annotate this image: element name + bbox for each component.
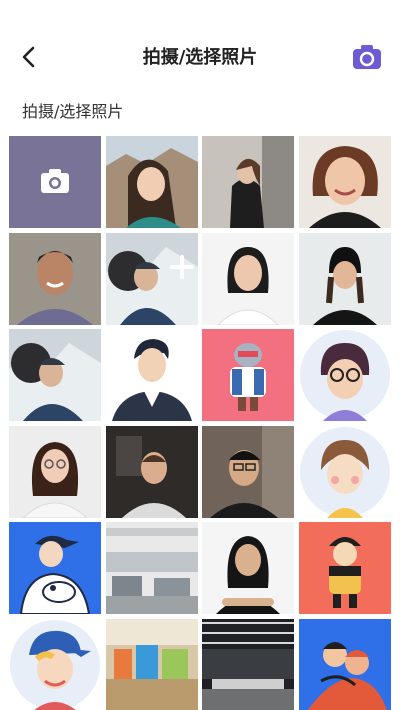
- photo-tile[interactable]: [9, 329, 101, 421]
- illustration-tile[interactable]: [106, 329, 198, 421]
- illustration-thumbnail: [299, 522, 391, 614]
- page-title: 拍摄/选择照片: [142, 47, 258, 68]
- photo-tile[interactable]: [202, 522, 294, 614]
- photo-thumbnail: [202, 136, 294, 228]
- photo-thumbnail: [299, 233, 391, 325]
- photo-grid: [9, 136, 391, 710]
- photo-thumbnail: [9, 233, 101, 325]
- illustration-tile[interactable]: [299, 426, 391, 518]
- photo-tile[interactable]: [202, 136, 294, 228]
- illustration-thumbnail: [9, 619, 101, 710]
- photo-tile[interactable]: [106, 136, 198, 228]
- photo-thumbnail: [202, 233, 294, 325]
- photo-thumbnail: [9, 329, 101, 421]
- illustration-tile[interactable]: [299, 619, 391, 710]
- photo-tile[interactable]: [299, 136, 391, 228]
- photo-tile[interactable]: [299, 233, 391, 325]
- photo-thumbnail: [106, 426, 198, 518]
- illustration-tile[interactable]: [299, 522, 391, 614]
- photo-tile[interactable]: [9, 426, 101, 518]
- illustration-thumbnail: [299, 329, 391, 421]
- photo-thumbnail: [202, 619, 294, 710]
- photo-thumbnail: [202, 522, 294, 614]
- photo-tile[interactable]: [202, 233, 294, 325]
- photo-thumbnail: [9, 426, 101, 518]
- photo-tile[interactable]: [106, 522, 198, 614]
- illustration-tile[interactable]: [299, 329, 391, 421]
- illustration-thumbnail: [202, 329, 294, 421]
- illustration-thumbnail: [299, 426, 391, 518]
- photo-thumbnail: [106, 136, 198, 228]
- photo-tile[interactable]: [202, 619, 294, 710]
- photo-tile[interactable]: [106, 426, 198, 518]
- illustration-tile[interactable]: [9, 619, 101, 710]
- illustration-thumbnail: [106, 329, 198, 421]
- add-icon: [170, 255, 194, 279]
- illustration-tile[interactable]: [202, 329, 294, 421]
- camera-icon: [41, 169, 69, 193]
- photo-thumbnail: [202, 426, 294, 518]
- illustration-tile[interactable]: [9, 522, 101, 614]
- photo-tile[interactable]: [202, 426, 294, 518]
- take-photo-tile[interactable]: [9, 136, 101, 228]
- illustration-thumbnail: [9, 522, 101, 614]
- photo-thumbnail: [299, 136, 391, 228]
- illustration-thumbnail: [299, 619, 391, 710]
- photo-thumbnail: [106, 522, 198, 614]
- section-label: 拍摄/选择照片: [22, 102, 124, 121]
- camera-icon: [353, 45, 381, 69]
- photo-tile[interactable]: [9, 233, 101, 325]
- camera-button[interactable]: [352, 44, 382, 70]
- photo-tile[interactable]: [106, 619, 198, 710]
- photo-thumbnail: [106, 619, 198, 710]
- photo-tile-add[interactable]: [106, 233, 198, 325]
